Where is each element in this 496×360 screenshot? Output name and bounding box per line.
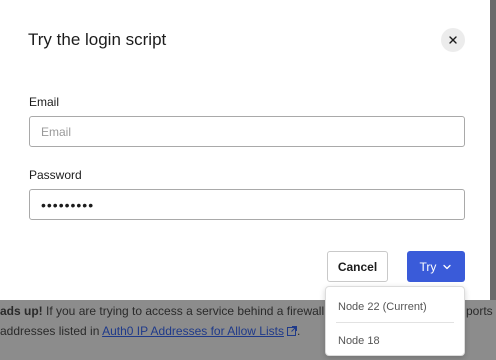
runtime-dropdown: Node 22 (Current) Node 18: [325, 286, 465, 356]
email-field[interactable]: [29, 116, 465, 147]
chevron-down-icon: [443, 264, 452, 269]
modal-title: Try the login script: [28, 30, 167, 49]
external-link-icon: [286, 326, 297, 336]
notice-text-fragment-end: ports: [466, 304, 493, 318]
password-label: Password: [29, 168, 82, 182]
close-button[interactable]: [441, 28, 465, 52]
email-label: Email: [29, 95, 60, 109]
dropdown-option-node-18[interactable]: Node 18: [326, 331, 464, 351]
cancel-button[interactable]: Cancel: [327, 251, 388, 282]
login-script-modal: Try the login script Email Password Canc…: [0, 0, 490, 300]
allow-list-link[interactable]: Auth0 IP Addresses for Allow Lists: [102, 324, 284, 338]
notice-heading: ads up!: [0, 304, 43, 318]
try-button-label: Try: [419, 259, 437, 274]
close-icon: [449, 36, 457, 44]
password-field[interactable]: [29, 189, 465, 220]
notice-line-2: addresses listed in Auth0 IP Addresses f…: [0, 321, 300, 342]
dropdown-divider: [336, 322, 454, 323]
notice-line-2-suffix: .: [296, 324, 301, 338]
notice-line-1: ads up! If you are trying to access a se…: [0, 301, 327, 322]
dropdown-option-node-22[interactable]: Node 22 (Current): [326, 297, 464, 317]
notice-text: If you are trying to access a service be…: [42, 304, 328, 318]
try-button[interactable]: Try: [407, 251, 465, 282]
notice-line-2-prefix: addresses listed in: [0, 324, 103, 338]
